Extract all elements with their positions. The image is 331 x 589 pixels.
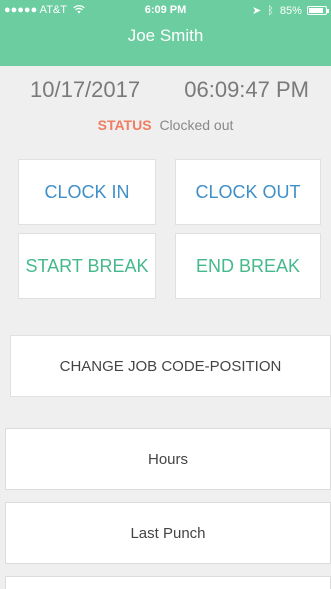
change-job-code-button[interactable]: CHANGE JOB CODE-POSITION: [10, 335, 331, 397]
end-break-button[interactable]: END BREAK: [175, 233, 321, 299]
clock-in-button[interactable]: CLOCK IN: [18, 159, 156, 225]
status-line: STATUS Clocked out: [0, 117, 331, 133]
current-time: 06:09:47 PM: [184, 77, 309, 102]
last-punch-row[interactable]: Last Punch: [5, 502, 331, 564]
battery-tip: [327, 9, 329, 13]
status-value: Clocked out: [159, 117, 234, 133]
status-bar-right: ➤ ᛒ 85%: [251, 4, 329, 17]
battery-percent: 85%: [279, 5, 302, 17]
start-break-button[interactable]: START BREAK: [18, 233, 156, 299]
app-header: ●●●●● AT&T 6:09 PM ➤ ᛒ 85% Joe Smith: [0, 0, 331, 66]
battery-icon: [307, 6, 329, 15]
list-row[interactable]: [5, 576, 331, 589]
current-date: 10/17/2017: [30, 77, 141, 102]
bluetooth-icon: ᛒ: [267, 5, 274, 17]
page-title: Joe Smith: [127, 26, 204, 45]
hours-row[interactable]: Hours: [5, 428, 331, 490]
location-arrow-icon: ➤: [251, 5, 262, 17]
status-bar: ●●●●● AT&T 6:09 PM ➤ ᛒ 85%: [0, 0, 331, 22]
current-datetime: 10/17/2017 06:09:47 PM: [0, 77, 331, 107]
clock-out-button[interactable]: CLOCK OUT: [175, 159, 321, 225]
status-label: STATUS: [97, 117, 152, 133]
battery-fill: [309, 8, 323, 13]
